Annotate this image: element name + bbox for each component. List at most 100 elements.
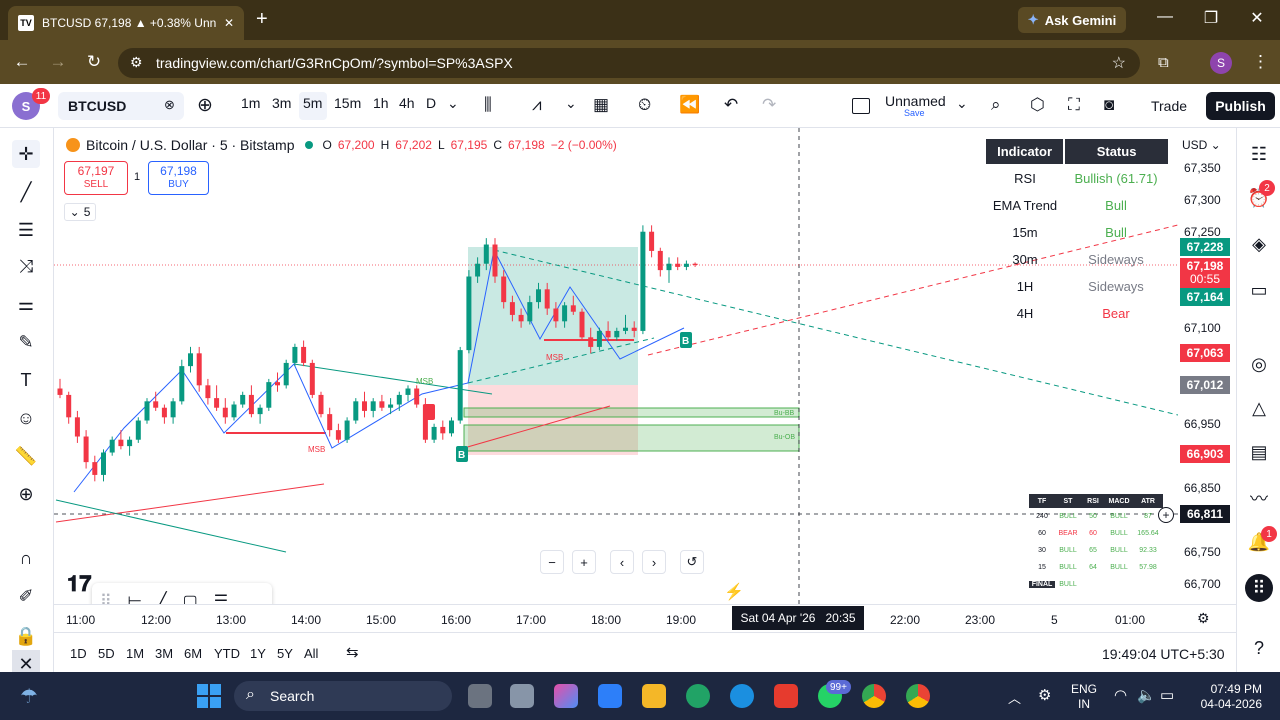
layers-icon[interactable]: ◈ [1245, 230, 1273, 258]
battery-icon[interactable]: ▭ [1160, 686, 1174, 704]
screenshot-camera-icon[interactable]: ◙ [1104, 95, 1114, 115]
ruler-icon[interactable]: 📏 [12, 442, 40, 470]
browser-tab[interactable]: TV BTCUSD 67,198 ▲ +0.38% Unna ✕ [8, 6, 244, 40]
ask-gemini-button[interactable]: ✦ Ask Gemini [1018, 7, 1126, 33]
drag-handle-icon[interactable]: ⠿ [100, 591, 112, 604]
tray-app-icon[interactable]: ⚙ [1038, 686, 1051, 704]
range-3m[interactable]: 3M [155, 646, 173, 661]
bookmark-star-icon[interactable]: ☆ [1112, 53, 1126, 73]
range-1m[interactable]: 1M [126, 646, 144, 661]
fullscreen-icon[interactable]: ⛶ [1068, 95, 1080, 115]
layout-dropdown-icon[interactable]: ⌄ [956, 95, 968, 112]
weather-icon[interactable]: ☂ [20, 684, 38, 709]
range-ytd[interactable]: YTD [214, 646, 240, 661]
close-tab-icon[interactable]: ✕ [224, 16, 234, 30]
fib-icon[interactable]: ⚌ [12, 290, 40, 318]
range-5y[interactable]: 5Y [277, 646, 293, 661]
redo-icon[interactable]: ↷ [762, 95, 776, 115]
forward-icon[interactable]: → [46, 52, 70, 72]
watchlist-icon[interactable]: ☷ [1245, 140, 1273, 168]
compare-add-icon[interactable]: ⊕ [197, 94, 213, 117]
snipping-tool-icon[interactable] [510, 684, 534, 708]
zoom-out-button[interactable]: − [540, 550, 564, 574]
layout-name[interactable]: Unnamed [885, 93, 946, 109]
volume-icon[interactable]: 🔈 [1137, 686, 1156, 704]
edge-icon[interactable] [730, 684, 754, 708]
tf-3m[interactable]: 3m [272, 95, 291, 111]
trend-line-icon[interactable]: ╱ [12, 178, 40, 206]
horizontal-ray-icon[interactable]: ⟝ [128, 592, 141, 604]
scroll-left-button[interactable]: ‹ [610, 550, 634, 574]
currency-selector[interactable]: USD ⌄ [1182, 138, 1221, 152]
indicators-icon[interactable]: ⩘ [532, 95, 542, 115]
range-all[interactable]: All [304, 646, 318, 661]
wps-icon[interactable] [774, 684, 798, 708]
replay-icon[interactable]: ⏪ [679, 95, 700, 115]
tf-d[interactable]: D [426, 95, 436, 111]
time-axis[interactable]: 11:00 12:00 13:00 14:00 15:00 16:00 17:0… [54, 604, 1236, 632]
chrome-icon[interactable] [862, 684, 886, 708]
emoji-icon[interactable]: ☺ [12, 404, 40, 432]
time-axis-settings-icon[interactable]: ⚙ [1197, 610, 1210, 627]
lines-tool-icon[interactable]: ☰ [214, 591, 228, 604]
maximize-icon[interactable]: ❐ [1196, 8, 1226, 28]
language-indicator[interactable]: ENG IN [1071, 682, 1097, 712]
horizontal-lines-icon[interactable]: ☰ [12, 216, 40, 244]
new-tab-icon[interactable]: + [256, 8, 268, 31]
clock-timezone[interactable]: 19:49:04 UTC+5:30 [1102, 646, 1225, 662]
indicators-collapse-button[interactable]: ⌄ 5 [64, 203, 96, 221]
candle-type-icon[interactable]: ⫼ [484, 95, 492, 115]
indicators-dropdown-icon[interactable]: ⌄ [565, 95, 577, 112]
taskbar-clock[interactable]: 07:49 PM 04-04-2026 [1196, 682, 1262, 712]
stream-icon[interactable]: 〰 [1245, 484, 1273, 512]
chrome-profile-icon[interactable] [906, 684, 930, 708]
text-icon[interactable]: T [12, 366, 40, 394]
tf-5m[interactable]: 5m [303, 95, 322, 111]
lock-icon[interactable]: 🔒 [12, 622, 40, 650]
legend-title[interactable]: Bitcoin / U.S. Dollar · 5 · Bitstamp [86, 137, 295, 153]
tf-4h[interactable]: 4h [399, 95, 415, 111]
crosshair-icon[interactable]: ✛ [12, 140, 40, 168]
undo-icon[interactable]: ↶ [724, 95, 738, 115]
url-input[interactable]: ⚙ tradingview.com/chart/G3RnCpOm/?symbol… [118, 48, 1140, 78]
windows-start-icon[interactable] [197, 684, 221, 708]
chart-pane[interactable]: Bu-BB Bu-OB MSB MSB MSB B B 𝟏𝟕 Bitcoin /… [54, 128, 1178, 604]
settings-gear-icon[interactable]: ⬡ [1030, 95, 1045, 115]
back-icon[interactable]: ← [10, 52, 34, 72]
copilot-icon[interactable] [554, 684, 578, 708]
profile-avatar[interactable]: S [1210, 52, 1232, 74]
quick-search-icon[interactable]: ⌕ [991, 95, 1001, 115]
draw-mode-icon[interactable]: ✐ [12, 582, 40, 610]
range-1d[interactable]: 1D [70, 646, 87, 661]
tf-15m[interactable]: 15m [334, 95, 361, 111]
minimize-icon[interactable]: — [1150, 8, 1180, 26]
templates-icon[interactable]: ▦ [593, 95, 609, 115]
ideas-icon[interactable]: △ [1245, 394, 1273, 422]
brush-icon[interactable]: ✎ [12, 328, 40, 356]
zoom-in-button[interactable]: + [572, 550, 596, 574]
green-trendline[interactable] [55, 499, 287, 553]
reload-icon[interactable]: ↻ [82, 52, 106, 72]
publish-button[interactable]: Publish [1206, 92, 1275, 120]
price-axis[interactable]: USD ⌄ 67,350 67,300 67,250 67,100 66,950… [1158, 128, 1236, 604]
pitchfork-icon[interactable]: ⤨ [12, 252, 40, 280]
apps-grid-icon[interactable]: ⠿ [1245, 574, 1273, 602]
chat-icon[interactable]: ▭ [1245, 276, 1273, 304]
sell-button[interactable]: 67,197 SELL [64, 161, 128, 195]
rectangle-tool-icon[interactable]: ▢ [183, 591, 198, 604]
layout-checkbox-icon[interactable] [852, 98, 870, 114]
sparkle-ai-icon[interactable]: ⚡ [724, 582, 744, 602]
range-6m[interactable]: 6M [184, 646, 202, 661]
tf-1m[interactable]: 1m [241, 95, 260, 111]
scroll-right-button[interactable]: › [642, 550, 666, 574]
range-5d[interactable]: 5D [98, 646, 115, 661]
red-trendline[interactable] [55, 483, 325, 523]
taskbar-search[interactable]: ⌕ Search [234, 681, 452, 711]
wifi-icon[interactable]: ◠ [1114, 686, 1127, 704]
tf-1h[interactable]: 1h [373, 95, 389, 111]
file-explorer-icon[interactable] [642, 684, 666, 708]
calendar-icon[interactable]: ▤ [1245, 438, 1273, 466]
task-view-icon[interactable] [468, 684, 492, 708]
timeframe-dropdown-icon[interactable]: ⌄ [447, 95, 459, 112]
browser-menu-icon[interactable]: ⋮ [1252, 52, 1269, 72]
